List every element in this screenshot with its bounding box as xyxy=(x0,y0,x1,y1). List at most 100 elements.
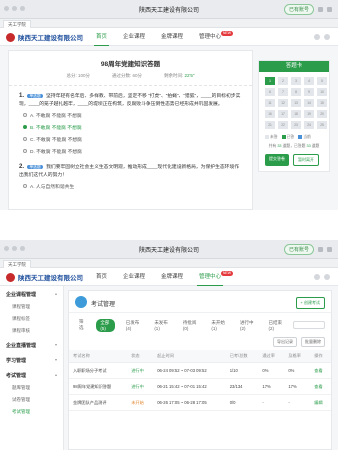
sidebar-item-exam-manage[interactable]: 考试管理 xyxy=(0,406,63,418)
answer-cell[interactable]: 22 xyxy=(278,121,288,129)
exam-meta: 总分: 100分 通过分数: 60分 剩余时间: 22'5" xyxy=(9,73,252,86)
option-c[interactable]: C. 不敢腐 不能腐 不想腐 xyxy=(19,133,242,145)
filter-chip[interactable]: 全部(5) xyxy=(96,318,115,332)
create-exam-button[interactable]: + 创建考试 xyxy=(295,297,325,309)
row-action-link[interactable]: 查看 xyxy=(310,378,331,395)
filter-label: 筛选 xyxy=(79,319,84,330)
avatar[interactable] xyxy=(314,34,320,40)
answer-progress: 共有 33 道题，已答题 33 道题 xyxy=(268,144,320,148)
answer-cell[interactable]: 7 xyxy=(278,88,288,96)
filter-chip[interactable]: 进行中(2) xyxy=(236,319,258,332)
sidebar-item-course-tags[interactable]: 课程标签 xyxy=(0,313,63,325)
nav-home[interactable]: 首页 xyxy=(88,28,115,46)
submit-button[interactable]: 提交答卷 xyxy=(265,154,289,166)
cell-status: 进行中 xyxy=(127,378,154,395)
table-row[interactable]: 入职职场分子考试 进行中 06-24 09:52 ~ 07-03 09:52 1/10… xyxy=(69,362,331,379)
table-row[interactable]: 金牌团队产品测评 未开始 06-26 17:05 ~ 06-28 17:05 0/0-… xyxy=(69,394,331,411)
answer-cell[interactable]: 25 xyxy=(317,121,327,129)
nav-admin-center[interactable]: 管理中心 NEW xyxy=(191,268,234,286)
logo-icon xyxy=(6,272,15,282)
answer-cell[interactable]: 14 xyxy=(304,99,314,107)
minimize-icon[interactable] xyxy=(327,247,332,252)
answer-cell[interactable]: 23 xyxy=(291,121,301,129)
answer-cell[interactable]: 21 xyxy=(265,121,275,129)
answer-cell[interactable]: 5 xyxy=(317,77,327,85)
option-d[interactable]: D. 不敢腐 不能腐 不想腐 xyxy=(19,145,242,157)
answer-cell[interactable]: 10 xyxy=(317,88,327,96)
cell-count: 23/134 xyxy=(225,378,259,395)
question-2: 2. 单选题 我们要牢固树立社会主义生态文明观，推动形成____现代化建设新格局… xyxy=(9,157,252,192)
sidebar-group-live[interactable]: 企业直播管理 ▾ xyxy=(0,337,63,352)
menu-icon[interactable] xyxy=(318,247,323,252)
answer-cell[interactable]: 4 xyxy=(304,77,314,85)
exam-title: 98周年党建知识答题 xyxy=(100,61,161,68)
option-a[interactable]: A. 人与自然和谐共生 xyxy=(19,180,242,192)
answer-cell[interactable]: 3 xyxy=(291,77,301,85)
column-header: 状态 xyxy=(127,350,154,363)
nav-enterprise-courses[interactable]: 企业课程 xyxy=(115,268,153,286)
nav-home[interactable]: 首页 xyxy=(88,268,115,286)
sidebar-item-course-manage[interactable]: 课程管理 xyxy=(0,301,63,313)
answer-cell[interactable]: 8 xyxy=(291,88,301,96)
answer-cell[interactable]: 17 xyxy=(278,110,288,118)
menu-icon[interactable] xyxy=(318,7,323,12)
browser-tab[interactable]: 天工学院 xyxy=(3,260,31,268)
export-button[interactable]: 导出记录 xyxy=(273,337,297,347)
answer-cell[interactable]: 19 xyxy=(304,110,314,118)
answer-grid: 1 2 3 4 5 6 7 8 9 10 11 12 13 14 15 16 17 18 19 20 21 22 23 24 2… xyxy=(259,72,329,134)
option-a[interactable]: A. 不敢腐 不能腐 不想腐 xyxy=(19,109,242,121)
table-row[interactable]: 98周年党建知识答题 进行中 06-21 15:42 ~ 07-01 15:42 23… xyxy=(69,378,331,395)
exam-icon xyxy=(75,296,87,308)
login-button[interactable]: 已有账号 xyxy=(283,4,314,15)
question-type-badge: 单选题 xyxy=(27,165,43,169)
filter-chip[interactable]: 未开始(1) xyxy=(207,319,229,332)
answer-cell[interactable]: 2 xyxy=(278,77,288,85)
cell-time: 06-26 17:05 ~ 06-28 17:05 xyxy=(153,394,226,411)
sidebar-group-study[interactable]: 学习管理 ▾ xyxy=(0,352,63,367)
nav-gold-courses[interactable]: 金牌课程 xyxy=(153,268,191,286)
option-b[interactable]: B. 不敢腐 不能腐 不想腐 xyxy=(19,121,242,133)
leave-button[interactable]: 暂时离开 xyxy=(293,154,319,166)
row-action-link[interactable]: 编辑 xyxy=(310,394,331,411)
nav-enterprise-courses[interactable]: 企业课程 xyxy=(115,28,153,46)
answer-cell[interactable]: 12 xyxy=(278,99,288,107)
sidebar-group-course[interactable]: 企业课程管理 ▴ xyxy=(0,286,63,301)
nav-gold-courses[interactable]: 金牌课程 xyxy=(153,28,191,46)
logo-icon xyxy=(6,32,15,42)
row-action-link[interactable]: 查看 xyxy=(310,362,331,379)
answer-cell[interactable]: 6 xyxy=(265,88,275,96)
admin-sidebar: 企业课程管理 ▴ 课程管理 课程标签 课程审核 企业直播管理 ▾ 学习管理 ▾ 考试管… xyxy=(0,286,64,450)
search-input[interactable] xyxy=(293,321,325,329)
filter-chip[interactable]: 未发布(1) xyxy=(150,319,172,332)
avatar[interactable] xyxy=(314,274,320,280)
answer-cell[interactable]: 16 xyxy=(265,110,275,118)
answer-cell[interactable]: 20 xyxy=(317,110,327,118)
minimize-icon[interactable] xyxy=(327,7,332,12)
company-logo[interactable]: 陕西天工建设有限公司 xyxy=(6,32,83,42)
answer-cell[interactable]: 11 xyxy=(265,99,275,107)
filter-chip[interactable]: 已发布(4) xyxy=(122,319,144,332)
cell-pass: 17% xyxy=(258,378,285,395)
nav-admin-center[interactable]: 管理中心 NEW xyxy=(191,28,234,46)
sidebar-item-course-review[interactable]: 课程审核 xyxy=(0,325,63,337)
browser-titlebar: 陕西天工建设有限公司 已有账号 xyxy=(0,0,338,19)
sidebar-item-paper-manage[interactable]: 试卷管理 xyxy=(0,394,63,406)
company-logo[interactable]: 陕西天工建设有限公司 xyxy=(6,272,83,282)
login-button[interactable]: 已有账号 xyxy=(283,244,314,255)
answer-card: 答题卡 1 2 3 4 5 6 7 8 9 10 11 12 13 14 15 16 17 18 19 20 21 22 2… xyxy=(258,60,330,172)
answer-cell[interactable]: 18 xyxy=(291,110,301,118)
answer-cell[interactable]: 15 xyxy=(317,99,327,107)
answer-cell[interactable]: 13 xyxy=(291,99,301,107)
sidebar-item-question-bank[interactable]: 题库管理 xyxy=(0,382,63,394)
answer-cell[interactable]: 1 xyxy=(265,77,275,85)
bell-icon[interactable] xyxy=(324,274,330,280)
bell-icon[interactable] xyxy=(324,34,330,40)
answer-cell[interactable]: 9 xyxy=(304,88,314,96)
browser-tab[interactable]: 天工学院 xyxy=(3,20,31,28)
cell-time: 06-21 15:42 ~ 07-01 15:42 xyxy=(153,378,226,395)
sidebar-group-exam[interactable]: 考试管理 ▴ xyxy=(0,367,63,382)
answer-cell[interactable]: 24 xyxy=(304,121,314,129)
filter-chip[interactable]: 已结束(2) xyxy=(265,319,287,332)
filter-chip[interactable]: 待批阅(0) xyxy=(179,319,201,332)
batch-delete-button[interactable]: 批量删除 xyxy=(301,337,325,347)
